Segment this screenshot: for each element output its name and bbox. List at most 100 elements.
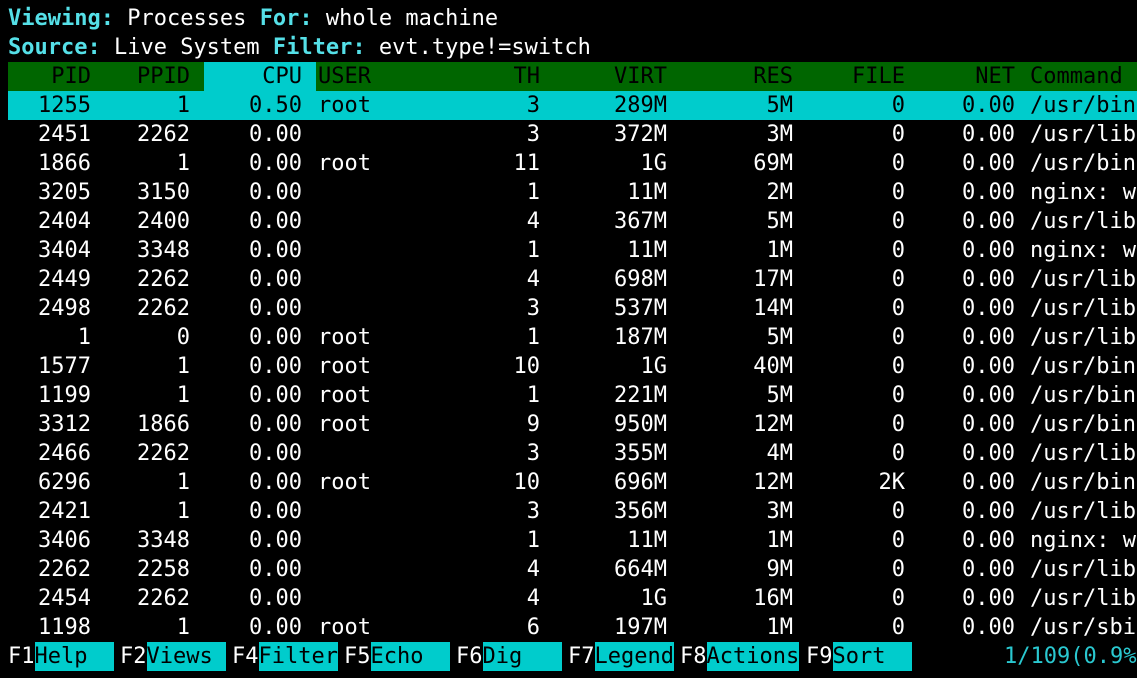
cell-net: 0.00 (962, 470, 1015, 495)
fkey-f7[interactable]: F7Legend (568, 642, 674, 671)
cell-cmd: /usr/bin (1030, 412, 1136, 437)
table-row[interactable]: 3406 3348 0.00 1 11M 1M 0 0.00 nginx: w (8, 526, 1137, 555)
cell-th: 3 (526, 441, 540, 466)
cell-cpu: 0.00 (249, 267, 302, 292)
cell-virt: 289M (614, 93, 667, 118)
table-row[interactable]: 2466 2262 0.00 3 355M 4M 0 0.00/usr/lib (8, 439, 1137, 468)
cell-cpu: 0.00 (249, 122, 302, 147)
table-row[interactable]: 2451 2262 0.00 3 372M 3M 0 0.00/usr/lib (8, 120, 1137, 149)
cell-pid: 2421 (38, 499, 91, 524)
table-row[interactable]: 1 0 0.00 root 1 187M 5M 0 0.00/usr/lib (8, 323, 1137, 352)
column-header-net[interactable]: NET (914, 62, 1015, 91)
fkey-f9[interactable]: F9Sort (806, 642, 912, 671)
column-header-pid[interactable]: PID (8, 62, 91, 91)
fkey-f1[interactable]: F1Help (8, 642, 114, 671)
cell-th: 6 (526, 615, 540, 640)
cell-res: 5M (766, 93, 794, 118)
cell-res: 2M (766, 180, 794, 205)
cell-pid: 1577 (38, 354, 91, 379)
cell-ppid: 1 (176, 470, 190, 495)
table-row[interactable]: 1866 1 0.00 root 11 1G 69M 0 0.00/usr/bin (8, 149, 1137, 178)
column-header-ppid[interactable]: PPID (91, 62, 190, 91)
cell-file: 0 (891, 354, 905, 379)
cell-net: 0.00 (962, 151, 1015, 176)
cell-cmd: /usr/bin (1030, 93, 1136, 118)
column-header-th[interactable]: TH (438, 62, 541, 91)
table-row[interactable]: 2498 2262 0.00 3 537M 14M 0 0.00/usr/lib (8, 294, 1137, 323)
table-row[interactable]: 1198 1 0.00 root 6 197M 1M 0 0.00/usr/sbi (8, 613, 1137, 642)
column-header-res[interactable]: RES (680, 62, 793, 91)
fkey-f8[interactable]: F8Actions (680, 642, 800, 671)
cell-cmd: /usr/lib (1030, 267, 1136, 292)
cell-cpu: 0.00 (249, 557, 302, 582)
cell-cmd: /usr/lib (1030, 209, 1136, 234)
table-row[interactable]: 1199 1 0.00 root 1 221M 5M 0 0.00/usr/bin (8, 381, 1137, 410)
cell-cmd: /usr/lib (1030, 122, 1136, 147)
column-header-command[interactable]: Command (1030, 62, 1137, 91)
cell-res: 5M (766, 325, 794, 350)
cell-user: root (318, 93, 371, 118)
table-row[interactable]: 6296 1 0.00 root 10 696M 12M 2K 0.00/usr/bin (8, 468, 1137, 497)
fkey-label: Help (34, 642, 114, 671)
cell-virt: 11M (627, 238, 667, 263)
cell-res: 17M (753, 267, 793, 292)
cell-virt: 187M (614, 325, 667, 350)
table-row[interactable]: 1577 1 0.00 root 10 1G 40M 0 0.00/usr/bin (8, 352, 1137, 381)
cell-ppid: 1 (176, 151, 190, 176)
cell-th: 3 (526, 499, 540, 524)
cell-res: 1M (766, 528, 794, 553)
cell-net: 0.00 (962, 528, 1015, 553)
fkey-f6[interactable]: F6Dig (456, 642, 562, 671)
cell-cmd: /usr/sbi (1030, 615, 1136, 640)
table-row[interactable]: 2262 2258 0.00 4 664M 9M 0 0.00/usr/lib (8, 555, 1137, 584)
cell-file: 0 (891, 296, 905, 321)
table-row[interactable]: 3312 1866 0.00 root 9 950M 12M 0 0.00/usr/bin (8, 410, 1137, 439)
cell-net: 0.00 (962, 325, 1015, 350)
column-header-row: PID PPID CPU USER TH VIRT RES FILE NET C… (8, 62, 1137, 91)
status-counter: 1/109(0.9% (1004, 644, 1137, 669)
table-row[interactable]: 3205 3150 0.00 1 11M 2M 0 0.00 nginx: w (8, 178, 1137, 207)
cell-net: 0.00 (962, 122, 1015, 147)
cell-ppid: 1 (176, 499, 190, 524)
cell-user: root (318, 383, 371, 408)
cell-virt: 950M (614, 412, 667, 437)
fkey-f4[interactable]: F4Filter (232, 642, 338, 671)
cell-virt: 537M (614, 296, 667, 321)
cell-cpu: 0.00 (249, 528, 302, 553)
table-row[interactable]: 2454 2262 0.00 4 1G 16M 0 0.00/usr/lib (8, 584, 1137, 613)
cell-virt: 1G (640, 586, 668, 611)
cell-cmd: /usr/lib (1030, 557, 1136, 582)
fkey-label: Legend (594, 642, 674, 671)
cell-cpu: 0.50 (249, 93, 302, 118)
cell-virt: 355M (614, 441, 667, 466)
table-row[interactable]: 2421 1 0.00 3 356M 3M 0 0.00/usr/lib (8, 497, 1137, 526)
cell-net: 0.00 (962, 354, 1015, 379)
table-row-selected[interactable]: 1255 1 0.50 root 3 289M 5M 0 0.00/usr/bin (8, 91, 1137, 120)
table-row[interactable]: 3404 3348 0.00 1 11M 1M 0 0.00 nginx: w (8, 236, 1137, 265)
column-header-user[interactable]: USER (318, 62, 408, 91)
cell-virt: 356M (614, 499, 667, 524)
cell-cmd: /usr/bin (1030, 151, 1136, 176)
cell-pid: 2454 (38, 586, 91, 611)
cell-th: 11 (513, 151, 541, 176)
cell-cmd: /usr/bin (1030, 470, 1136, 495)
cell-virt: 1G (640, 151, 668, 176)
cell-ppid: 2258 (137, 557, 190, 582)
for-value: whole machine (325, 6, 499, 31)
table-row[interactable]: 2449 2262 0.00 4 698M 17M 0 0.00/usr/lib (8, 265, 1137, 294)
table-row[interactable]: 2404 2400 0.00 4 367M 5M 0 0.00/usr/lib (8, 207, 1137, 236)
cell-cpu: 0.00 (249, 180, 302, 205)
column-header-file[interactable]: FILE (808, 62, 905, 91)
fkey-f5[interactable]: F5Echo (344, 642, 450, 671)
cell-ppid: 3348 (137, 238, 190, 263)
filter-label: Filter: (272, 35, 366, 60)
cell-file: 0 (891, 412, 905, 437)
fkey-label: Filter (258, 642, 338, 671)
cell-pid: 1198 (38, 615, 91, 640)
column-header-virt[interactable]: VIRT (556, 62, 667, 91)
cell-cpu: 0.00 (249, 470, 302, 495)
filter-value: evt.type!=switch (378, 35, 591, 60)
cell-pid: 2466 (38, 441, 91, 466)
column-header-cpu[interactable]: CPU (204, 62, 302, 91)
fkey-f2[interactable]: F2Views (120, 642, 226, 671)
